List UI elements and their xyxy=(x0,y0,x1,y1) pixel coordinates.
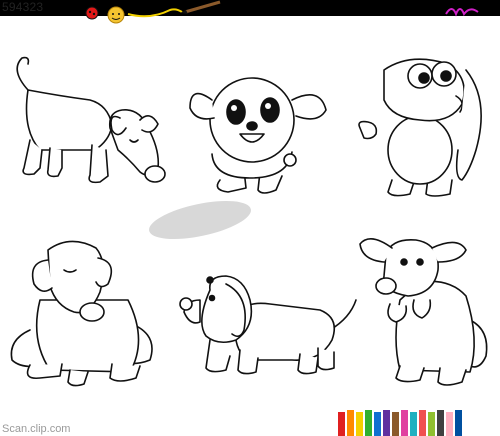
sun-icon xyxy=(107,6,125,24)
ladybug-icon xyxy=(85,6,99,20)
shadow-blob xyxy=(149,200,251,240)
begging-dog xyxy=(359,238,488,386)
top-stripe xyxy=(0,0,500,16)
coloring-page: 594323 Scan.clip.com xyxy=(0,0,500,436)
image-id-label: 594323 xyxy=(2,0,44,14)
colored-pencils xyxy=(338,410,462,436)
dachshund-sniffing xyxy=(16,56,166,184)
sitting-dog xyxy=(10,240,153,387)
floppy-ear-dog xyxy=(358,58,482,197)
dachshund-standing xyxy=(179,275,357,375)
puppy-front xyxy=(189,77,327,194)
dogs-coloring-illustration xyxy=(0,0,500,436)
footer-label: Scan.clip.com xyxy=(2,423,71,435)
